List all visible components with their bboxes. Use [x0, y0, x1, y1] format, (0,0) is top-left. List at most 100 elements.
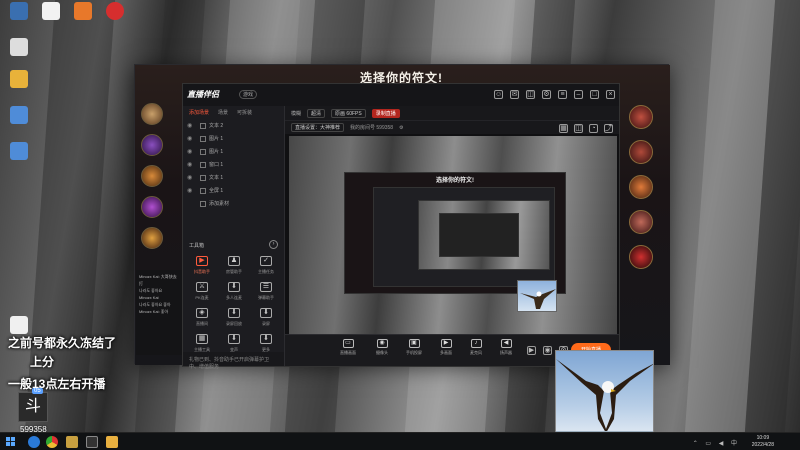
- champion-portrait[interactable]: [141, 103, 163, 125]
- layout-icon[interactable]: ▦: [559, 124, 568, 133]
- minimize-icon[interactable]: –: [574, 90, 583, 99]
- chat-line: 나라도 좋아요: [139, 288, 163, 293]
- tool-button[interactable]: ◈ 直播间: [187, 308, 217, 327]
- system-tray-icons[interactable]: ⌃ ▭ ◀ 中: [693, 438, 740, 447]
- message-icon[interactable]: ✉: [510, 90, 519, 99]
- taskbar-app-folder[interactable]: [106, 436, 118, 448]
- tool-icon: ▶: [196, 256, 208, 266]
- tool-button[interactable]: ▶ 抖音助手: [187, 256, 217, 275]
- source-icon: [200, 161, 206, 168]
- desktop-icon-top-b[interactable]: [74, 2, 92, 20]
- eye-icon[interactable]: ◉: [543, 346, 552, 355]
- champion-portrait[interactable]: [141, 165, 163, 187]
- maximize-icon[interactable]: □: [590, 90, 599, 99]
- eagle-icon: [520, 289, 556, 309]
- fps-select[interactable]: 原画 60FPS: [331, 108, 366, 118]
- video-icon[interactable]: ▶: [527, 346, 536, 355]
- tool-button[interactable]: ✓ 主播任务: [251, 256, 281, 275]
- tool-button[interactable]: ⬇ 变声: [219, 334, 249, 353]
- share-icon[interactable]: ⤴: [604, 124, 613, 133]
- monitor-icon: ▭: [342, 339, 354, 348]
- taskbar-app-edge[interactable]: [28, 436, 40, 448]
- tool-icon: ⬇: [228, 282, 240, 292]
- overlay-notice-3: 一般13点左右开播: [8, 377, 106, 391]
- profile-icon[interactable]: ☺: [494, 90, 503, 99]
- eagle-thumbnail: [517, 280, 557, 312]
- tool-button[interactable]: ⬇ 录屏回放: [219, 308, 249, 327]
- tool-icon: ⚔: [196, 282, 208, 292]
- scene-item[interactable]: ◉ 窗口 1: [183, 158, 284, 171]
- plus-icon: [200, 200, 206, 207]
- clock-date: 2022/4/28: [751, 442, 774, 448]
- tool-button[interactable]: ♟ 房管助手: [219, 256, 249, 275]
- tool-button[interactable]: ⬇ 录屏: [251, 308, 281, 327]
- gear-icon[interactable]: ⚙: [399, 125, 403, 131]
- eye-icon[interactable]: ◉: [187, 148, 194, 155]
- settings-icon[interactable]: ⚙: [542, 90, 551, 99]
- windows-start-icon[interactable]: [6, 437, 15, 446]
- tool-button[interactable]: ⚔ PK连麦: [187, 282, 217, 301]
- taskbar-app-chrome[interactable]: [46, 436, 58, 448]
- desktop-icon-top-c[interactable]: [106, 2, 124, 20]
- close-icon[interactable]: ×: [606, 90, 615, 99]
- eye-icon[interactable]: ◉: [187, 187, 194, 194]
- scene-item[interactable]: ◉ 图片 1: [183, 132, 284, 145]
- tool-button[interactable]: ⬇ 多人连麦: [219, 282, 249, 301]
- desktop-icon-3[interactable]: [10, 70, 28, 88]
- tool-icon: ◈: [196, 308, 208, 318]
- phone-icon: ▣: [408, 339, 420, 348]
- scene-item[interactable]: ◉ 图片 1: [183, 145, 284, 158]
- status-bar: 礼物已到、抖音助手已开启弹幕护卫中、增值服务: [183, 352, 284, 370]
- multi-scene-button[interactable]: ▶ 多画面: [433, 339, 459, 356]
- desktop-icon-5[interactable]: [10, 142, 28, 160]
- desktop-icon-1[interactable]: [10, 2, 28, 20]
- champion-portrait[interactable]: [141, 227, 163, 249]
- screenshot-icon[interactable]: ◫: [574, 124, 583, 133]
- scene-item[interactable]: ◉ 文本 1: [183, 171, 284, 184]
- record-button[interactable]: 录制直播: [371, 108, 400, 118]
- tool-icon: ⬇: [260, 308, 272, 318]
- champion-portrait[interactable]: [141, 134, 163, 156]
- scene-item[interactable]: ◉ 全屏 1: [183, 184, 284, 197]
- desktop-icon-4[interactable]: [10, 106, 28, 124]
- tool-button[interactable]: ▦ 主播工具: [187, 334, 217, 353]
- scene-item[interactable]: ◉ 文本 2: [183, 119, 284, 132]
- titlebar-icons: ☺ ✉ ◫ ⚙ ≡ – □ ×: [494, 90, 615, 99]
- clock[interactable]: 10:09 2022/4/28: [752, 435, 774, 449]
- tool-icon: ☰: [260, 282, 272, 292]
- add-source-item[interactable]: 添加素材: [183, 197, 284, 210]
- speaker-button[interactable]: ◀ 扬声器: [493, 339, 519, 356]
- phone-cast-button[interactable]: ▣ 手机投屏: [401, 339, 427, 356]
- gift-icon[interactable]: ◫: [526, 90, 535, 99]
- tool-button[interactable]: ☰ 弹幕助手: [251, 282, 281, 301]
- taskbar-app-streamer[interactable]: [86, 436, 98, 448]
- taskbar-app-lol[interactable]: [66, 436, 78, 448]
- eye-icon[interactable]: ◉: [187, 174, 194, 181]
- overlay-notice-1: 之前号都永久冻结了: [8, 336, 117, 350]
- eye-icon[interactable]: ◉: [187, 135, 194, 142]
- quality-select[interactable]: 超清: [307, 108, 326, 118]
- tab-scene[interactable]: 场景: [218, 109, 228, 116]
- tab-detachable[interactable]: 可拆装: [237, 109, 252, 116]
- tab-add-scene[interactable]: 添加场景: [189, 109, 209, 116]
- desktop-icon-6[interactable]: [10, 316, 28, 334]
- microphone-button[interactable]: ♪ 麦克风: [463, 339, 489, 356]
- streaming-app-titlebar: 直播伴侣 游戏 ☺ ✉ ◫ ⚙ ≡ – □ ×: [183, 84, 619, 106]
- screen-capture-button[interactable]: ▭ 直播画面: [335, 339, 361, 356]
- desktop-icon-top-a[interactable]: [42, 2, 60, 20]
- enemy-champion-portrait: [629, 175, 653, 199]
- desktop-icon-2[interactable]: [10, 38, 28, 56]
- menu-icon[interactable]: ≡: [558, 90, 567, 99]
- stream-category[interactable]: 直播设置：大神推荐: [291, 123, 345, 132]
- champion-portrait[interactable]: [141, 196, 163, 218]
- enemy-champion-portrait: [629, 210, 653, 234]
- eye-icon[interactable]: ◉: [187, 122, 194, 129]
- source-icon: [200, 187, 206, 194]
- eye-icon[interactable]: ◉: [187, 161, 194, 168]
- tool-icon: ♟: [228, 256, 240, 266]
- toolbox-more-icon[interactable]: ›: [269, 240, 278, 249]
- camera-button[interactable]: ◉ 摄像头: [369, 339, 395, 356]
- tool-button[interactable]: ⬇ 更多: [251, 334, 281, 353]
- stream-preview[interactable]: 选择你的符文!: [289, 136, 617, 340]
- bell-icon[interactable]: ◔: [589, 124, 598, 133]
